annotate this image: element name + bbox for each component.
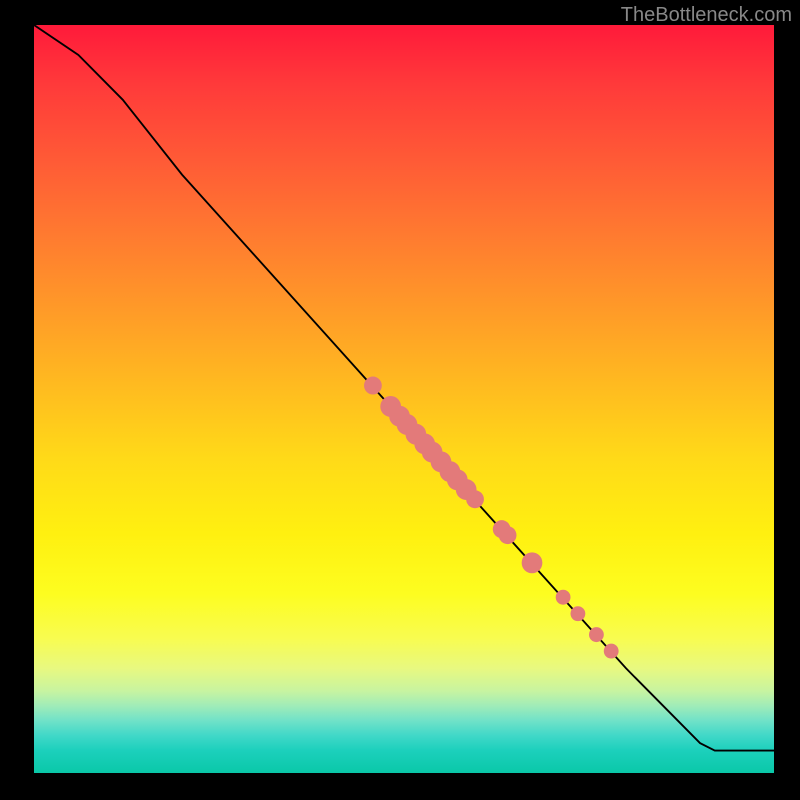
chart-svg — [34, 25, 774, 773]
data-point — [589, 627, 604, 642]
data-point — [556, 590, 571, 605]
data-point — [604, 644, 619, 659]
data-point — [571, 606, 586, 621]
data-point — [466, 490, 484, 508]
watermark-text: TheBottleneck.com — [621, 4, 792, 27]
chart-curve — [34, 25, 774, 751]
chart-plot-area — [34, 25, 774, 773]
data-point — [364, 377, 382, 395]
data-point — [499, 526, 517, 544]
data-point — [522, 552, 543, 573]
